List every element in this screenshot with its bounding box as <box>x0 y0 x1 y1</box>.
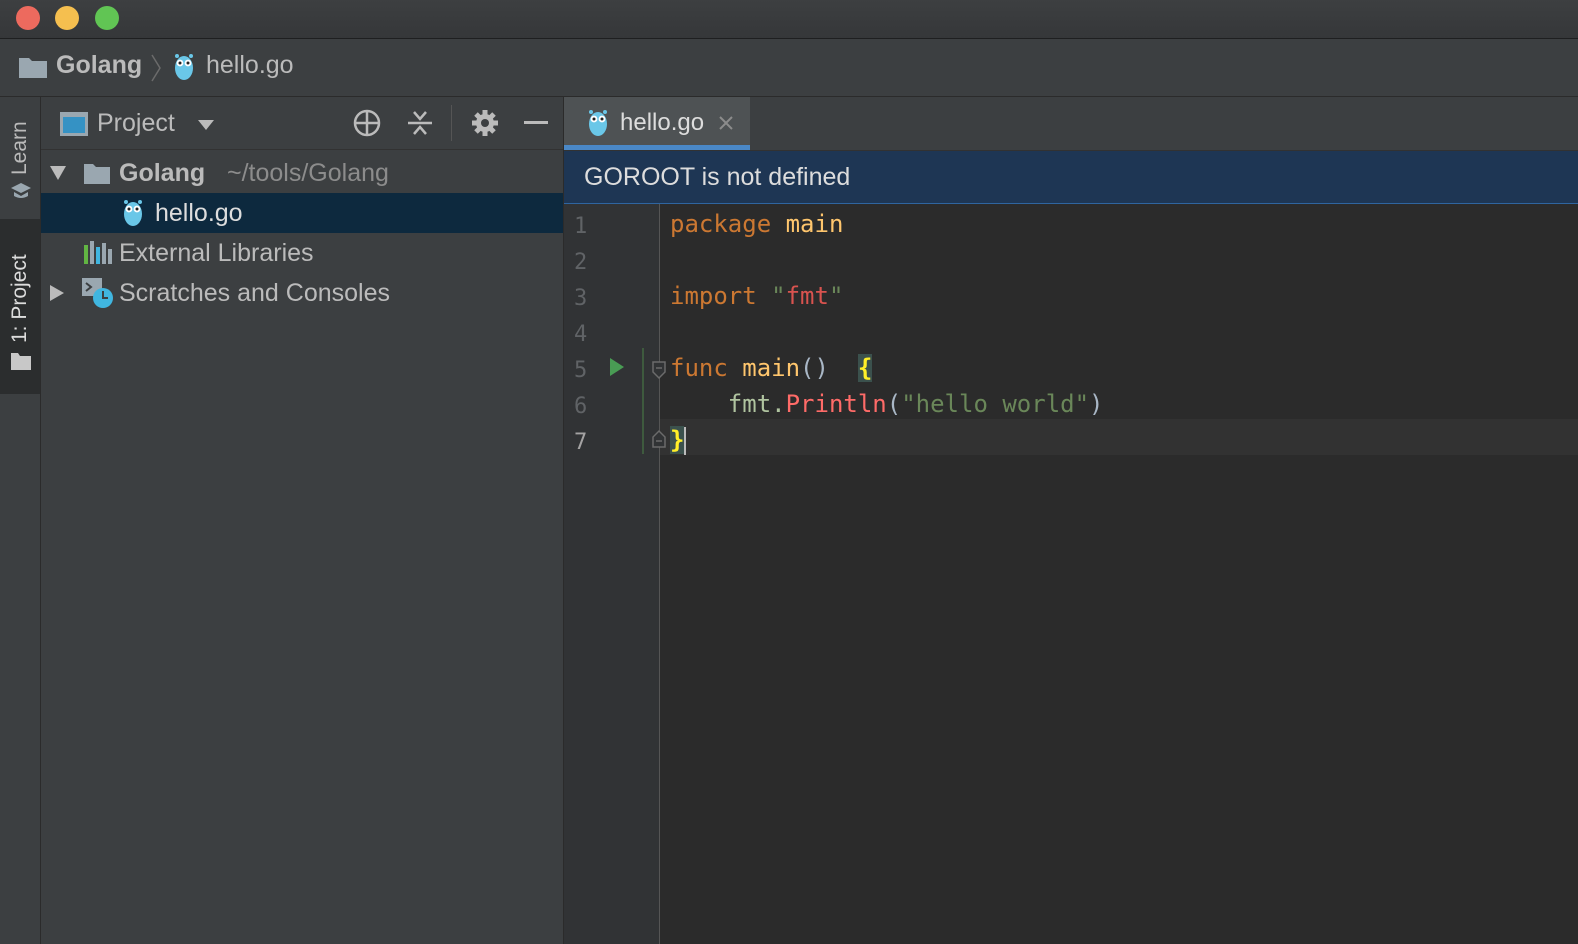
run-icon[interactable] <box>608 356 626 378</box>
project-view-selector[interactable]: Project <box>97 109 175 138</box>
banner-message: GOROOT is not defined <box>584 163 851 191</box>
parens: () <box>800 354 858 382</box>
gopher-file-icon <box>175 54 193 80</box>
folder-icon <box>19 58 47 78</box>
breadcrumb-separator-icon <box>151 54 161 82</box>
code-editor[interactable]: 1 2 3 4 5 6 7 package main import "fmt" … <box>564 204 1578 944</box>
folder-icon <box>84 164 110 184</box>
keyword: func <box>670 354 728 382</box>
breadcrumb-project[interactable]: Golang <box>56 51 142 80</box>
line-number: 6 <box>574 394 588 419</box>
tool-window-stripe: Learn 1: Project <box>0 97 41 944</box>
package-ref: fmt. <box>670 390 786 418</box>
string-literal: "hello world" <box>901 390 1090 418</box>
locate-icon[interactable] <box>352 108 382 138</box>
gopher-file-icon <box>589 110 607 136</box>
project-panel: Project Golang ~/tools/Golang hello.go E… <box>41 97 564 944</box>
code-line-7: } <box>670 426 687 455</box>
tree-file-name: hello.go <box>155 199 243 227</box>
fold-icon[interactable] <box>651 360 667 380</box>
gopher-file-icon <box>124 200 142 226</box>
editor-tab-hello-go[interactable]: hello.go <box>564 97 750 150</box>
line-number: 7 <box>574 430 588 455</box>
line-number: 3 <box>574 286 588 311</box>
tree-external-label: External Libraries <box>119 239 314 267</box>
breadcrumb-file[interactable]: hello.go <box>206 51 294 80</box>
editor-gutter: 1 2 3 4 5 6 7 <box>564 204 666 944</box>
line-number: 2 <box>574 250 588 275</box>
line-number: 1 <box>574 214 588 239</box>
editor-tab-bar: hello.go <box>564 97 1578 151</box>
folder-icon <box>11 353 31 370</box>
window-titlebar <box>0 0 1578 39</box>
import-path: fmt <box>785 282 829 310</box>
tree-row-project-root[interactable]: Golang ~/tools/Golang <box>41 153 563 193</box>
code-line-1: package main <box>670 210 843 238</box>
paren: ) <box>1089 390 1104 418</box>
editor-tab-label: hello.go <box>620 109 705 136</box>
keyword: import <box>670 282 757 310</box>
string-quote: " <box>756 282 786 310</box>
function-call: Println <box>785 390 887 418</box>
paren: ( <box>886 390 902 418</box>
keyword: package <box>670 210 772 238</box>
tree-row-external-libraries[interactable]: External Libraries <box>41 233 563 273</box>
collapse-all-icon[interactable] <box>407 109 433 137</box>
chevron-down-icon[interactable] <box>197 119 215 131</box>
expanded-arrow-icon[interactable] <box>49 165 67 181</box>
change-marker <box>642 348 644 454</box>
hide-panel-icon[interactable] <box>524 121 548 124</box>
learn-tab-label: Learn <box>8 121 31 175</box>
gear-icon[interactable] <box>470 108 500 138</box>
tree-scratches-label: Scratches and Consoles <box>119 279 390 307</box>
tree-row-scratches[interactable]: Scratches and Consoles <box>41 273 563 313</box>
code-line-5: func main() { <box>670 354 873 382</box>
unfold-icon[interactable] <box>651 429 667 449</box>
project-tool-tab[interactable]: 1: Project <box>0 219 40 394</box>
brace-match: } <box>670 426 685 454</box>
code-line-6: fmt.Println("hello world") <box>670 390 1104 418</box>
project-view-icon <box>60 112 88 136</box>
tree-root-name: Golang <box>119 159 206 187</box>
scratches-icon <box>82 278 113 308</box>
line-number: 5 <box>574 358 588 383</box>
brace-match: { <box>857 354 873 382</box>
string-quote: " <box>828 282 844 310</box>
code-line-3: import "fmt" <box>670 282 843 310</box>
library-icon <box>84 241 112 264</box>
graduation-cap-icon <box>11 183 31 198</box>
navigation-bar: Golang hello.go <box>0 39 1578 97</box>
package-name: main <box>771 210 844 238</box>
collapsed-arrow-icon[interactable] <box>49 284 65 302</box>
text-caret <box>684 427 687 455</box>
project-panel-header: Project <box>41 97 563 150</box>
close-icon[interactable] <box>718 115 734 131</box>
zoom-window-button[interactable] <box>95 6 119 30</box>
toolbar-divider <box>451 105 452 141</box>
project-tab-label: 1: Project <box>8 254 31 343</box>
tree-row-hello-go[interactable]: hello.go <box>41 193 563 233</box>
close-window-button[interactable] <box>16 6 40 30</box>
learn-tool-tab[interactable]: Learn <box>0 97 40 212</box>
minimize-window-button[interactable] <box>55 6 79 30</box>
function-name: main <box>727 354 801 382</box>
caret-row-highlight <box>564 419 1578 455</box>
goroot-warning-banner: GOROOT is not defined <box>564 151 1578 204</box>
tree-root-path: ~/tools/Golang <box>227 159 389 187</box>
line-number: 4 <box>574 322 588 347</box>
